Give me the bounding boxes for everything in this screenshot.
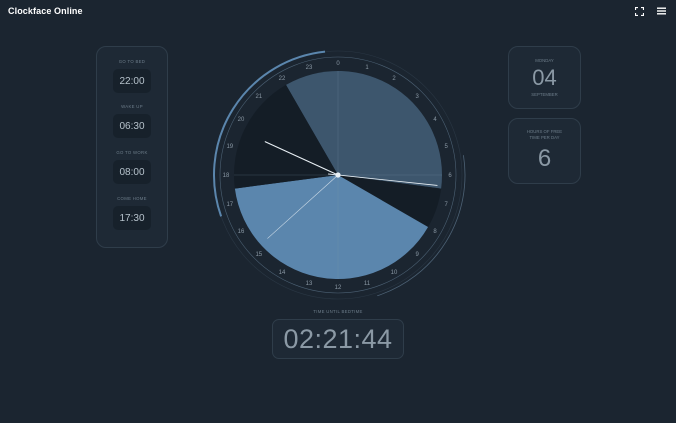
clock-hour-label: 17 xyxy=(226,202,233,208)
free-time-panel: HOURS OF FREE TIME PER DAY 6 xyxy=(508,118,581,184)
clock-face: 01234567891011121314151617181920212223 xyxy=(213,50,466,300)
wake-up-setting: WAKE UP 06:30 xyxy=(97,104,167,138)
clock-hour-label: 13 xyxy=(306,281,313,287)
wake-up-input[interactable]: 06:30 xyxy=(113,114,151,138)
clock-hour-label: 14 xyxy=(279,270,286,276)
clock-hour-label: 22 xyxy=(279,76,286,82)
month-label: SEPTEMBER xyxy=(531,92,558,97)
clock-hour-label: 21 xyxy=(255,94,262,100)
clock-hour-label: 5 xyxy=(445,144,449,150)
schedule-panel: GO TO BED 22:00 WAKE UP 06:30 GO TO WORK… xyxy=(96,46,168,248)
clock-hour-label: 15 xyxy=(255,252,262,258)
go-to-work-input[interactable]: 08:00 xyxy=(113,160,151,184)
come-home-input[interactable]: 17:30 xyxy=(113,206,151,230)
bedtime-setting: GO TO BED 22:00 xyxy=(97,59,167,93)
clock-hour-label: 18 xyxy=(223,173,230,179)
clock-hour-label: 1 xyxy=(365,65,369,71)
clock-hour-label: 12 xyxy=(335,285,342,291)
clock-hour-label: 8 xyxy=(433,229,437,235)
clock-center-dot xyxy=(335,172,341,178)
bedtime-input[interactable]: 22:00 xyxy=(113,69,151,93)
weekday-label: MONDAY xyxy=(535,58,554,63)
clock-hour-label: 0 xyxy=(336,61,340,67)
bedtime-label: GO TO BED xyxy=(118,59,146,64)
clock-hour-label: 20 xyxy=(238,117,245,123)
wake-up-label: WAKE UP xyxy=(121,104,143,109)
clock-hour-label: 2 xyxy=(392,76,396,82)
fullscreen-icon[interactable] xyxy=(632,4,646,18)
date-panel: MONDAY 04 SEPTEMBER xyxy=(508,46,581,109)
come-home-setting: COME HOME 17:30 xyxy=(97,196,167,230)
clock-hour-label: 16 xyxy=(238,229,245,235)
clock-hour-label: 11 xyxy=(364,281,371,287)
go-to-work-setting: GO TO WORK 08:00 xyxy=(97,150,167,184)
clock-hour-label: 23 xyxy=(306,65,313,71)
free-time-label-line2: TIME PER DAY xyxy=(529,134,560,140)
free-time-value: 6 xyxy=(537,145,552,172)
day-number: 04 xyxy=(532,65,557,90)
clock-hour-label: 9 xyxy=(416,252,420,258)
clock-hour-label: 6 xyxy=(448,173,452,179)
clock-hour-label: 19 xyxy=(226,144,233,150)
countdown-label: TIME UNTIL BEDTIME xyxy=(313,309,363,314)
countdown-timer: 02:21:44 xyxy=(272,319,404,359)
clock-hour-label: 3 xyxy=(416,94,420,100)
come-home-label: COME HOME xyxy=(117,196,147,201)
clock-hour-label: 7 xyxy=(445,202,449,208)
go-to-work-label: GO TO WORK xyxy=(116,150,148,155)
app-title: Clockface Online xyxy=(8,6,83,16)
menu-icon[interactable] xyxy=(654,4,668,18)
free-time-label: HOURS OF FREE TIME PER DAY xyxy=(513,129,576,140)
clock-hour-label: 10 xyxy=(391,270,398,276)
clock-hour-label: 4 xyxy=(433,117,437,123)
